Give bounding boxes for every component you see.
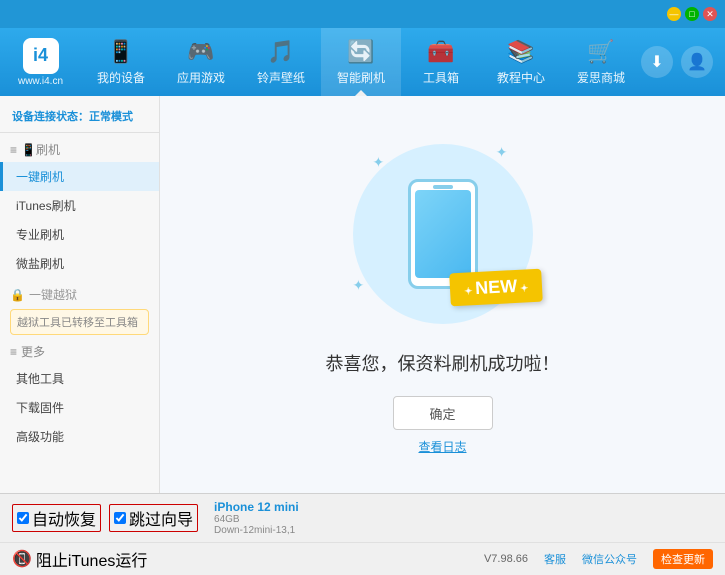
sidebar-one-click-flash[interactable]: 一键刷机: [0, 162, 159, 191]
window-controls: — □ ✕: [667, 7, 717, 21]
auto-restore-label: 自动恢复: [32, 506, 96, 530]
confirm-button[interactable]: 确定: [393, 396, 493, 430]
flash-section-icon: 📱: [21, 143, 36, 157]
mall-icon: 🛒: [587, 39, 614, 65]
more-section-label: 更多: [21, 343, 45, 360]
sidebar-pro-flash[interactable]: 专业刷机: [0, 220, 159, 249]
nav-tools-label: 工具箱: [423, 69, 459, 86]
sidebar: 设备连接状态：正常模式 📱 刷机 一键刷机 iTunes刷机 专业刷机 微盐刷机…: [0, 96, 160, 493]
device-info: iPhone 12 mini 64GB Down-12mini-13,1: [214, 500, 299, 536]
sparkle-3: ✦: [353, 277, 365, 294]
ringtone-icon: 🎵: [267, 39, 294, 65]
sparkle-2: ✦: [496, 144, 508, 161]
nav-tutorial-label: 教程中心: [497, 69, 545, 86]
itunes-status: 阻止iTunes运行: [36, 547, 147, 571]
top-nav: i4 www.i4.cn 📱 我的设备 🎮 应用游戏 🎵 铃声壁纸 🔄 智能刷机…: [0, 28, 725, 96]
success-message: 恭喜您，保资料刷机成功啦！: [326, 350, 560, 376]
auto-restore-checkbox[interactable]: 自动恢复: [12, 504, 101, 532]
nav-my-device[interactable]: 📱 我的设备: [81, 28, 161, 96]
nav-apps-games-label: 应用游戏: [177, 69, 225, 86]
title-bar: — □ ✕: [0, 0, 725, 28]
bottom-top-row: 自动恢复 跳过向导 iPhone 12 mini 64GB Down-12min…: [0, 494, 725, 543]
itunes-status-area: 📵 阻止iTunes运行: [12, 547, 147, 571]
sidebar-itunes-flash[interactable]: iTunes刷机: [0, 191, 159, 220]
service-link[interactable]: 客服: [544, 551, 566, 567]
nav-ringtone[interactable]: 🎵 铃声壁纸: [241, 28, 321, 96]
bottom-right: V7.98.66 客服 微信公众号 检查更新: [484, 549, 713, 569]
section-more: 更多: [0, 339, 159, 364]
device-storage: 64GB: [214, 514, 299, 525]
nav-mall-label: 爱思商城: [577, 69, 625, 86]
nav-ringtone-label: 铃声壁纸: [257, 69, 305, 86]
jailbreak-section: 🔒 一键越狱: [0, 282, 159, 305]
main-layout: 设备连接状态：正常模式 📱 刷机 一键刷机 iTunes刷机 专业刷机 微盐刷机…: [0, 96, 725, 493]
nav-smart-flash-label: 智能刷机: [337, 69, 385, 86]
skip-wizard-label: 跳过向导: [129, 506, 193, 530]
sidebar-download-firmware[interactable]: 下载固件: [0, 393, 159, 422]
flash-section-label: 刷机: [36, 141, 60, 158]
close-button[interactable]: ✕: [703, 7, 717, 21]
jailbreak-warning: 越狱工具已转移至工具箱: [10, 309, 149, 335]
nav-tools[interactable]: 🧰 工具箱: [401, 28, 481, 96]
phone-screen: [415, 190, 471, 278]
auto-restore-input[interactable]: [17, 512, 29, 524]
nav-my-device-label: 我的设备: [97, 69, 145, 86]
app-logo: i4: [23, 38, 59, 74]
apps-games-icon: 🎮: [187, 39, 214, 65]
tutorial-icon: 📚: [507, 39, 534, 65]
view-log-link[interactable]: 查看日志: [418, 438, 466, 455]
logo-area: i4 www.i4.cn: [0, 34, 81, 91]
status-label: 设备连接状态：: [12, 111, 89, 123]
device-model: Down-12mini-13,1: [214, 525, 299, 536]
my-device-icon: 📱: [107, 39, 134, 65]
itunes-icon: 📵: [12, 549, 32, 569]
tools-icon: 🧰: [427, 39, 454, 65]
minimize-button[interactable]: —: [667, 7, 681, 21]
nav-right: ⬇ 👤: [641, 46, 725, 78]
maximize-button[interactable]: □: [685, 7, 699, 21]
nav-apps-games[interactable]: 🎮 应用游戏: [161, 28, 241, 96]
device-status: 设备连接状态：正常模式: [0, 104, 159, 133]
nav-items: 📱 我的设备 🎮 应用游戏 🎵 铃声壁纸 🔄 智能刷机 🧰 工具箱 📚 教程中心…: [81, 28, 641, 96]
nav-tutorial[interactable]: 📚 教程中心: [481, 28, 561, 96]
smart-flash-icon: 🔄: [347, 39, 374, 65]
sidebar-downgrade-flash[interactable]: 微盐刷机: [0, 249, 159, 278]
nav-mall[interactable]: 🛒 爱思商城: [561, 28, 641, 96]
success-illustration: ✦ ✦ ✦ NEW: [343, 134, 543, 334]
lock-icon: 🔒: [10, 288, 25, 302]
skip-wizard-checkbox[interactable]: 跳过向导: [109, 504, 198, 532]
status-value: 正常模式: [89, 111, 133, 123]
account-button[interactable]: 👤: [681, 46, 713, 78]
sidebar-other-tools[interactable]: 其他工具: [0, 364, 159, 393]
device-name: iPhone 12 mini: [214, 500, 299, 514]
nav-smart-flash[interactable]: 🔄 智能刷机: [321, 28, 401, 96]
sidebar-advanced[interactable]: 高级功能: [0, 422, 159, 451]
skip-wizard-input[interactable]: [114, 512, 126, 524]
bottom-bottom-row: 📵 阻止iTunes运行 V7.98.66 客服 微信公众号 检查更新: [0, 543, 725, 575]
wechat-link[interactable]: 微信公众号: [582, 551, 637, 567]
bottom-combined: 自动恢复 跳过向导 iPhone 12 mini 64GB Down-12min…: [0, 493, 725, 573]
update-button[interactable]: 检查更新: [653, 549, 713, 569]
download-button[interactable]: ⬇: [641, 46, 673, 78]
new-badge: NEW: [449, 269, 543, 307]
app-website: www.i4.cn: [18, 76, 63, 87]
jailbreak-label: 一键越狱: [29, 286, 77, 303]
phone-notch: [433, 185, 453, 189]
section-flash: 📱 刷机: [0, 137, 159, 162]
version-label: V7.98.66: [484, 553, 528, 565]
main-content: ✦ ✦ ✦ NEW 恭喜您，保资料刷机成功啦！ 确定 查看日志: [160, 96, 725, 493]
